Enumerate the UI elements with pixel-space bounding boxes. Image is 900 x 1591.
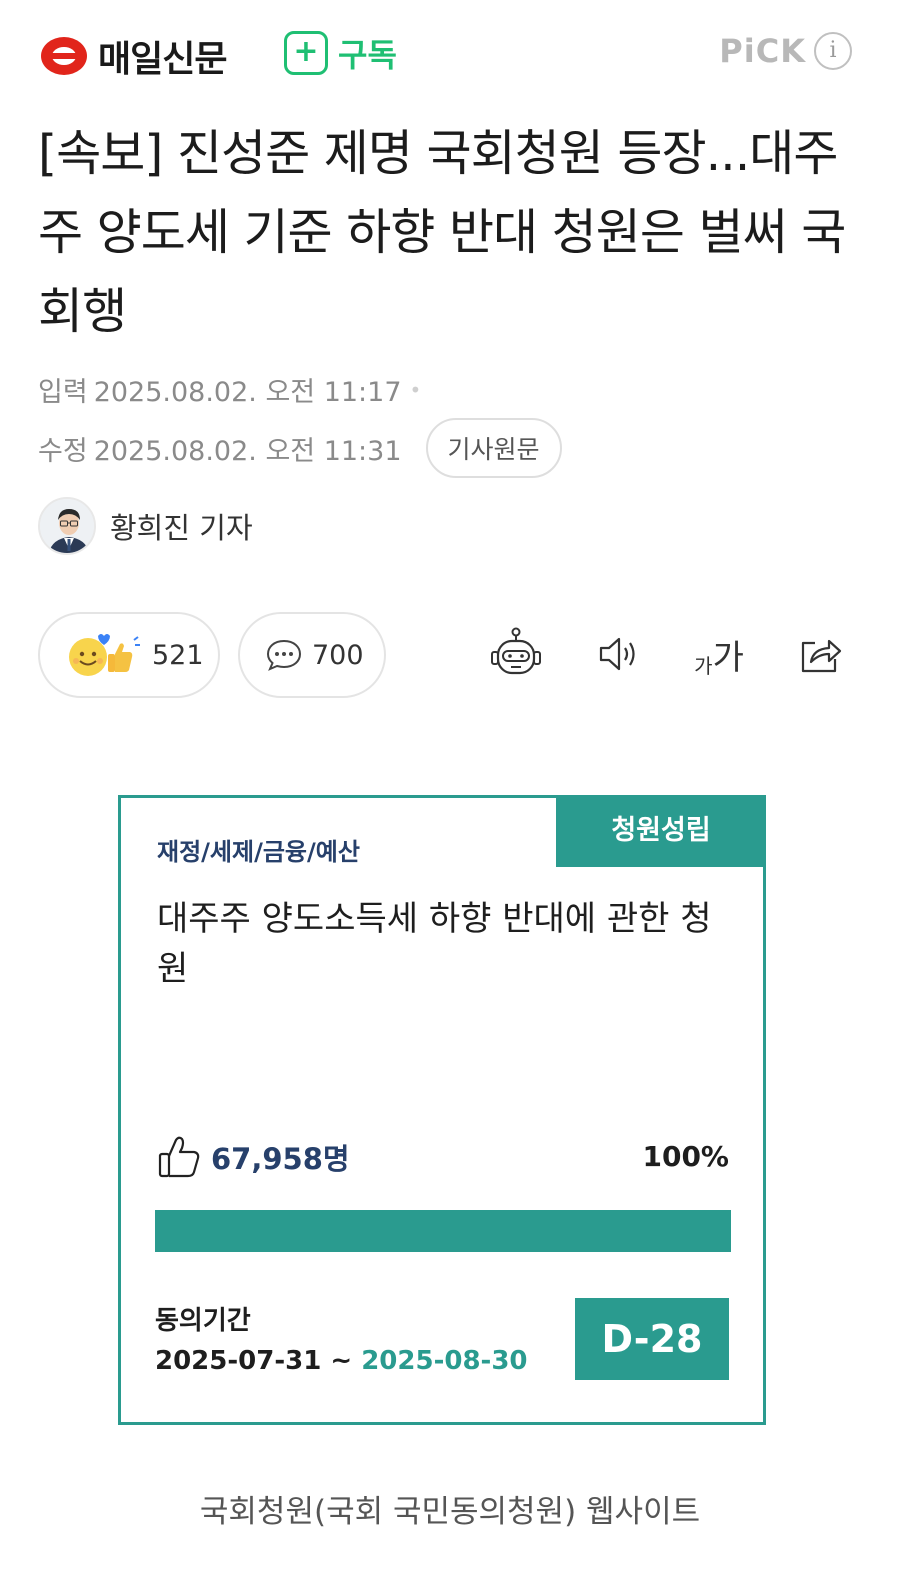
petition-period-label: 동의기간 [155,1306,251,1336]
modified-label: 수정 [38,435,88,467]
petition-supporters: 67,958명 [157,1134,350,1180]
separator-dot: • [409,377,422,402]
info-icon[interactable]: i [814,32,852,70]
comment-count: 700 [312,639,364,671]
petition-progress-bar [155,1210,731,1252]
author-name: 황희진 기자 [110,511,253,545]
pick-badge[interactable]: PiCK i [719,32,852,70]
petition-card-image[interactable]: 청원성립 재정/세제/금융/예산 대주주 양도소득세 하향 반대에 관한 청원 … [118,795,766,1425]
reaction-count: 521 [152,639,204,671]
petition-title: 대주주 양도소득세 하향 반대에 관한 청원 [157,899,712,989]
share-icon [801,639,842,673]
font-size-small-label: 가 [694,653,713,678]
petition-supporter-count: 67,958명 [211,1142,350,1176]
share-button[interactable] [788,622,852,686]
modified-date: 2025.08.02. 오전 11:31 [93,435,402,467]
font-size-large-label: 가 [712,637,744,678]
thumbs-up-icon [108,643,133,672]
pick-label: PiCK [719,32,806,70]
speaker-icon [599,637,635,671]
smile-reaction-icon [69,634,140,676]
ai-summary-button[interactable] [484,622,548,686]
petition-category: 재정/세제/금융/예산 [157,838,360,866]
subscribe-label: 구독 [338,36,397,74]
publisher-logo[interactable]: 매일신문 [38,30,227,82]
image-caption: 국회청원(국회 국민동의청원) 웹사이트 [199,1494,701,1530]
listen-button[interactable] [586,622,650,686]
font-size-button[interactable]: 가 가 [684,622,754,686]
author-avatar [38,497,96,555]
petition-period-end: 2025-08-30 [361,1346,528,1376]
avatar-portrait-icon [40,499,94,553]
petition-period-range: 2025-07-31 ~ 2025-08-30 [155,1346,528,1376]
petition-period-start: 2025-07-31 ~ [155,1346,362,1376]
published-label: 입력 [38,377,88,408]
article-headline: [속보] 진성준 제명 국회청원 등장...대주주 양도세 기준 하향 반대 청… [38,125,846,340]
petition-percent: 100% [642,1140,729,1173]
comment-button[interactable]: 700 [238,612,386,698]
petition-dday-badge: D-28 [575,1298,729,1380]
subscribe-button[interactable]: + 구독 [284,30,397,76]
ai-robot-icon [491,627,541,675]
author-block[interactable]: 황희진 기자 [38,497,253,555]
petition-progress-fill [155,1210,731,1252]
logo-mark-icon [41,37,87,75]
original-article-button[interactable]: 기사원문 [425,418,562,478]
published-date: 2025.08.02. 오전 11:17 [93,377,402,408]
top-bar: 매일신문 + 구독 PiCK i [0,0,900,110]
publisher-name: 매일신문 [98,39,227,80]
plus-icon: + [284,31,328,75]
reaction-button[interactable]: 521 [38,612,220,698]
font-size-icon: 가 가 [694,630,744,679]
like-outline-icon [158,1136,200,1178]
published-row: 입력 2025.08.02. 오전 11:17 • [38,370,421,409]
modified-row: 수정 2025.08.02. 오전 11:31 기사원문 [38,418,562,478]
comment-bubble-icon [266,639,302,671]
petition-status-badge: 청원성립 [556,795,766,867]
